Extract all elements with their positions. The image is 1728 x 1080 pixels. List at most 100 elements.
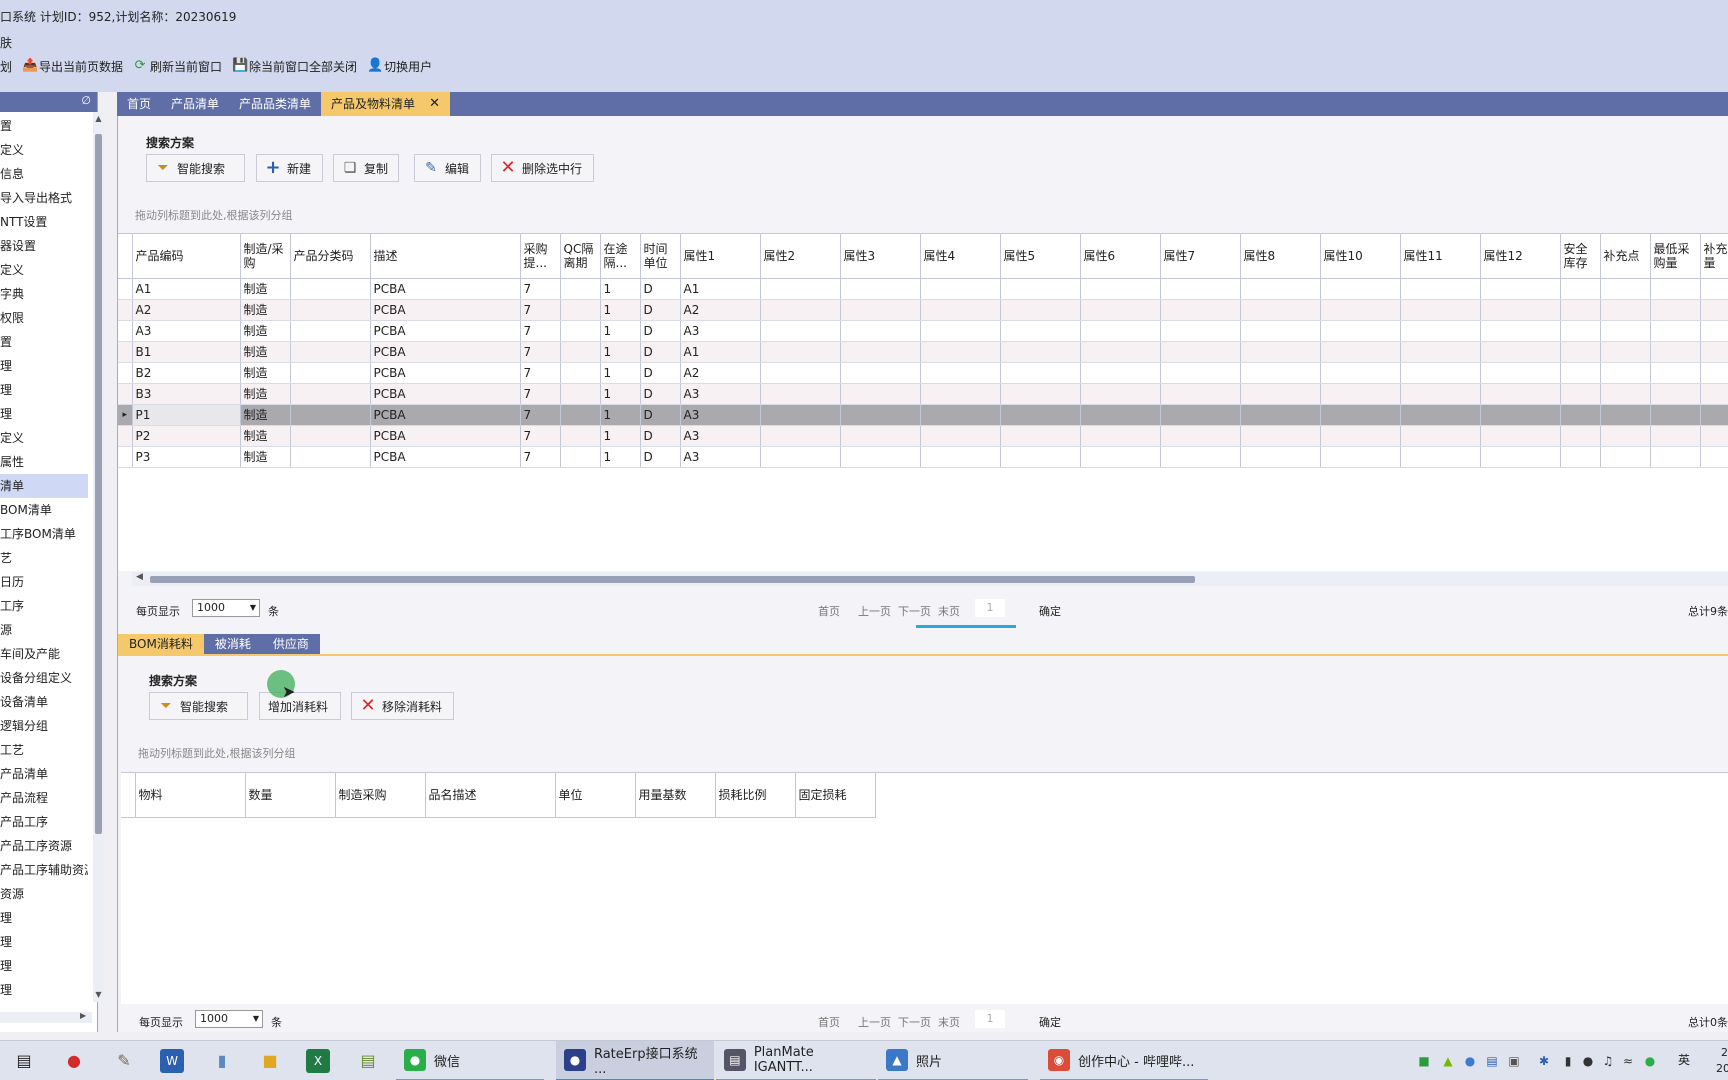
table-cell[interactable]: 制造 [240,425,291,447]
table-cell[interactable] [560,320,601,342]
row-selected-icon[interactable]: ▸ [118,404,133,426]
table-cell[interactable]: 制造 [240,278,291,300]
table-cell[interactable] [1480,425,1561,447]
table-cell[interactable] [760,362,841,384]
column-header[interactable]: 损耗比例 [715,773,796,818]
sidebar-item[interactable]: 产品工序资源 [0,834,88,858]
sidebar-item[interactable]: 工序 [0,594,88,618]
confirm-page-button[interactable]: 确定 [1039,603,1061,619]
wifi-icon[interactable]: ≈ [1620,1053,1636,1069]
sidebar-item[interactable]: 清单 [0,474,88,498]
sidebar-item[interactable]: 理 [0,930,88,954]
sidebar-item[interactable]: 源 [0,618,88,642]
table-cell[interactable] [1480,446,1561,468]
sidebar-vertical-scrollbar[interactable]: ▲ ▼ [93,112,104,1002]
sidebar-item[interactable]: 产品工序辅助资源 [0,858,88,882]
sidebar-item[interactable]: 资源 [0,882,88,906]
sidebar-item[interactable]: 艺 [0,546,88,570]
sidebar-item[interactable]: 器设置 [0,234,88,258]
table-cell[interactable] [1700,446,1728,468]
table-row[interactable]: A2 制造 PCBA 7 1 D A2 [118,299,1728,321]
table-row[interactable]: A1 制造 PCBA 7 1 D A1 [118,278,1728,300]
table-cell[interactable]: 制造 [240,404,291,426]
table-cell[interactable]: PCBA [370,299,521,321]
taskbar-app-wechat[interactable]: ● 微信 [396,1041,544,1080]
last-page-link[interactable]: 末页 [938,603,960,619]
table-cell[interactable] [1480,404,1561,426]
table-cell[interactable] [760,341,841,363]
column-header[interactable]: 描述 [370,234,521,279]
table-cell[interactable] [840,299,921,321]
table-cell[interactable]: 1 [600,425,641,447]
table-cell[interactable] [920,425,1001,447]
table-cell[interactable] [1560,341,1601,363]
folder-icon[interactable]: ■ [258,1049,282,1073]
sidebar-item[interactable]: 理 [0,906,88,930]
column-header[interactable]: 属性3 [840,234,921,279]
table-cell[interactable]: PCBA [370,320,521,342]
menu-bar[interactable]: 肤 [0,34,12,51]
copy-button[interactable]: ❏ 复制 [333,154,399,182]
table-cell[interactable]: 7 [520,299,561,321]
table-cell[interactable]: P1 [132,404,241,426]
tab-home[interactable]: 首页 [117,92,161,116]
table-cell[interactable]: PCBA [370,383,521,405]
table-cell[interactable] [1000,404,1081,426]
column-header[interactable]: 补充点 [1600,234,1651,279]
table-cell[interactable] [1240,320,1321,342]
table-cell[interactable] [290,383,371,405]
table-cell[interactable] [1080,404,1161,426]
table-cell[interactable] [1240,425,1321,447]
table-cell[interactable]: A1 [132,278,241,300]
table-cell[interactable]: A1 [680,278,761,300]
table-cell[interactable] [1480,278,1561,300]
table-cell[interactable]: 制造 [240,299,291,321]
sidebar-item[interactable]: 理 [0,354,88,378]
table-cell[interactable] [560,425,601,447]
table-cell[interactable] [760,320,841,342]
table-cell[interactable] [840,446,921,468]
table-cell[interactable]: 7 [520,404,561,426]
sidebar-item[interactable]: 设备分组定义 [0,666,88,690]
table-cell[interactable]: D [640,320,681,342]
wechat-tray-icon[interactable]: ● [1642,1053,1658,1069]
table-cell[interactable] [560,362,601,384]
column-header[interactable]: 属性7 [1160,234,1241,279]
table-cell[interactable] [1560,320,1601,342]
row-indicator[interactable] [118,383,133,405]
per-page-select[interactable]: 1000 ▼ [192,599,260,617]
table-cell[interactable] [1400,383,1481,405]
table-cell[interactable] [1560,299,1601,321]
table-cell[interactable]: 7 [520,446,561,468]
table-cell[interactable] [1600,404,1651,426]
table-cell[interactable] [1320,404,1401,426]
table-cell[interactable] [1650,299,1701,321]
table-cell[interactable]: PCBA [370,341,521,363]
table-cell[interactable] [760,425,841,447]
table-cell[interactable] [1160,362,1241,384]
table-cell[interactable]: B1 [132,341,241,363]
red-app-icon[interactable]: ● [62,1049,86,1073]
table-cell[interactable] [1000,362,1081,384]
table-cell[interactable] [840,320,921,342]
table-cell[interactable] [1700,362,1728,384]
table-cell[interactable] [760,446,841,468]
bottom-last-page-link[interactable]: 末页 [938,1014,960,1030]
table-cell[interactable] [1650,341,1701,363]
row-indicator[interactable] [118,446,133,468]
table-cell[interactable]: PCBA [370,446,521,468]
row-indicator[interactable] [118,278,133,300]
sidebar-item[interactable]: 理 [0,378,88,402]
table-cell[interactable] [1700,320,1728,342]
table-cell[interactable]: D [640,341,681,363]
bom-smart-search-button[interactable]: ⏷ 智能搜索 [149,692,248,720]
sidebar-item[interactable]: 信息 [0,162,88,186]
column-header[interactable]: 补充量 [1700,234,1728,279]
table-cell[interactable] [1560,383,1601,405]
table-cell[interactable] [1320,341,1401,363]
first-page-link[interactable]: 首页 [818,603,840,619]
sidebar-item[interactable]: 导入导出格式 [0,186,88,210]
taskbar-app-chrome[interactable]: ◉ 创作中心 - 哔哩哔... [1040,1041,1208,1080]
scroll-left-icon[interactable]: ◀ [136,572,143,582]
column-header[interactable]: 属性12 [1480,234,1561,279]
